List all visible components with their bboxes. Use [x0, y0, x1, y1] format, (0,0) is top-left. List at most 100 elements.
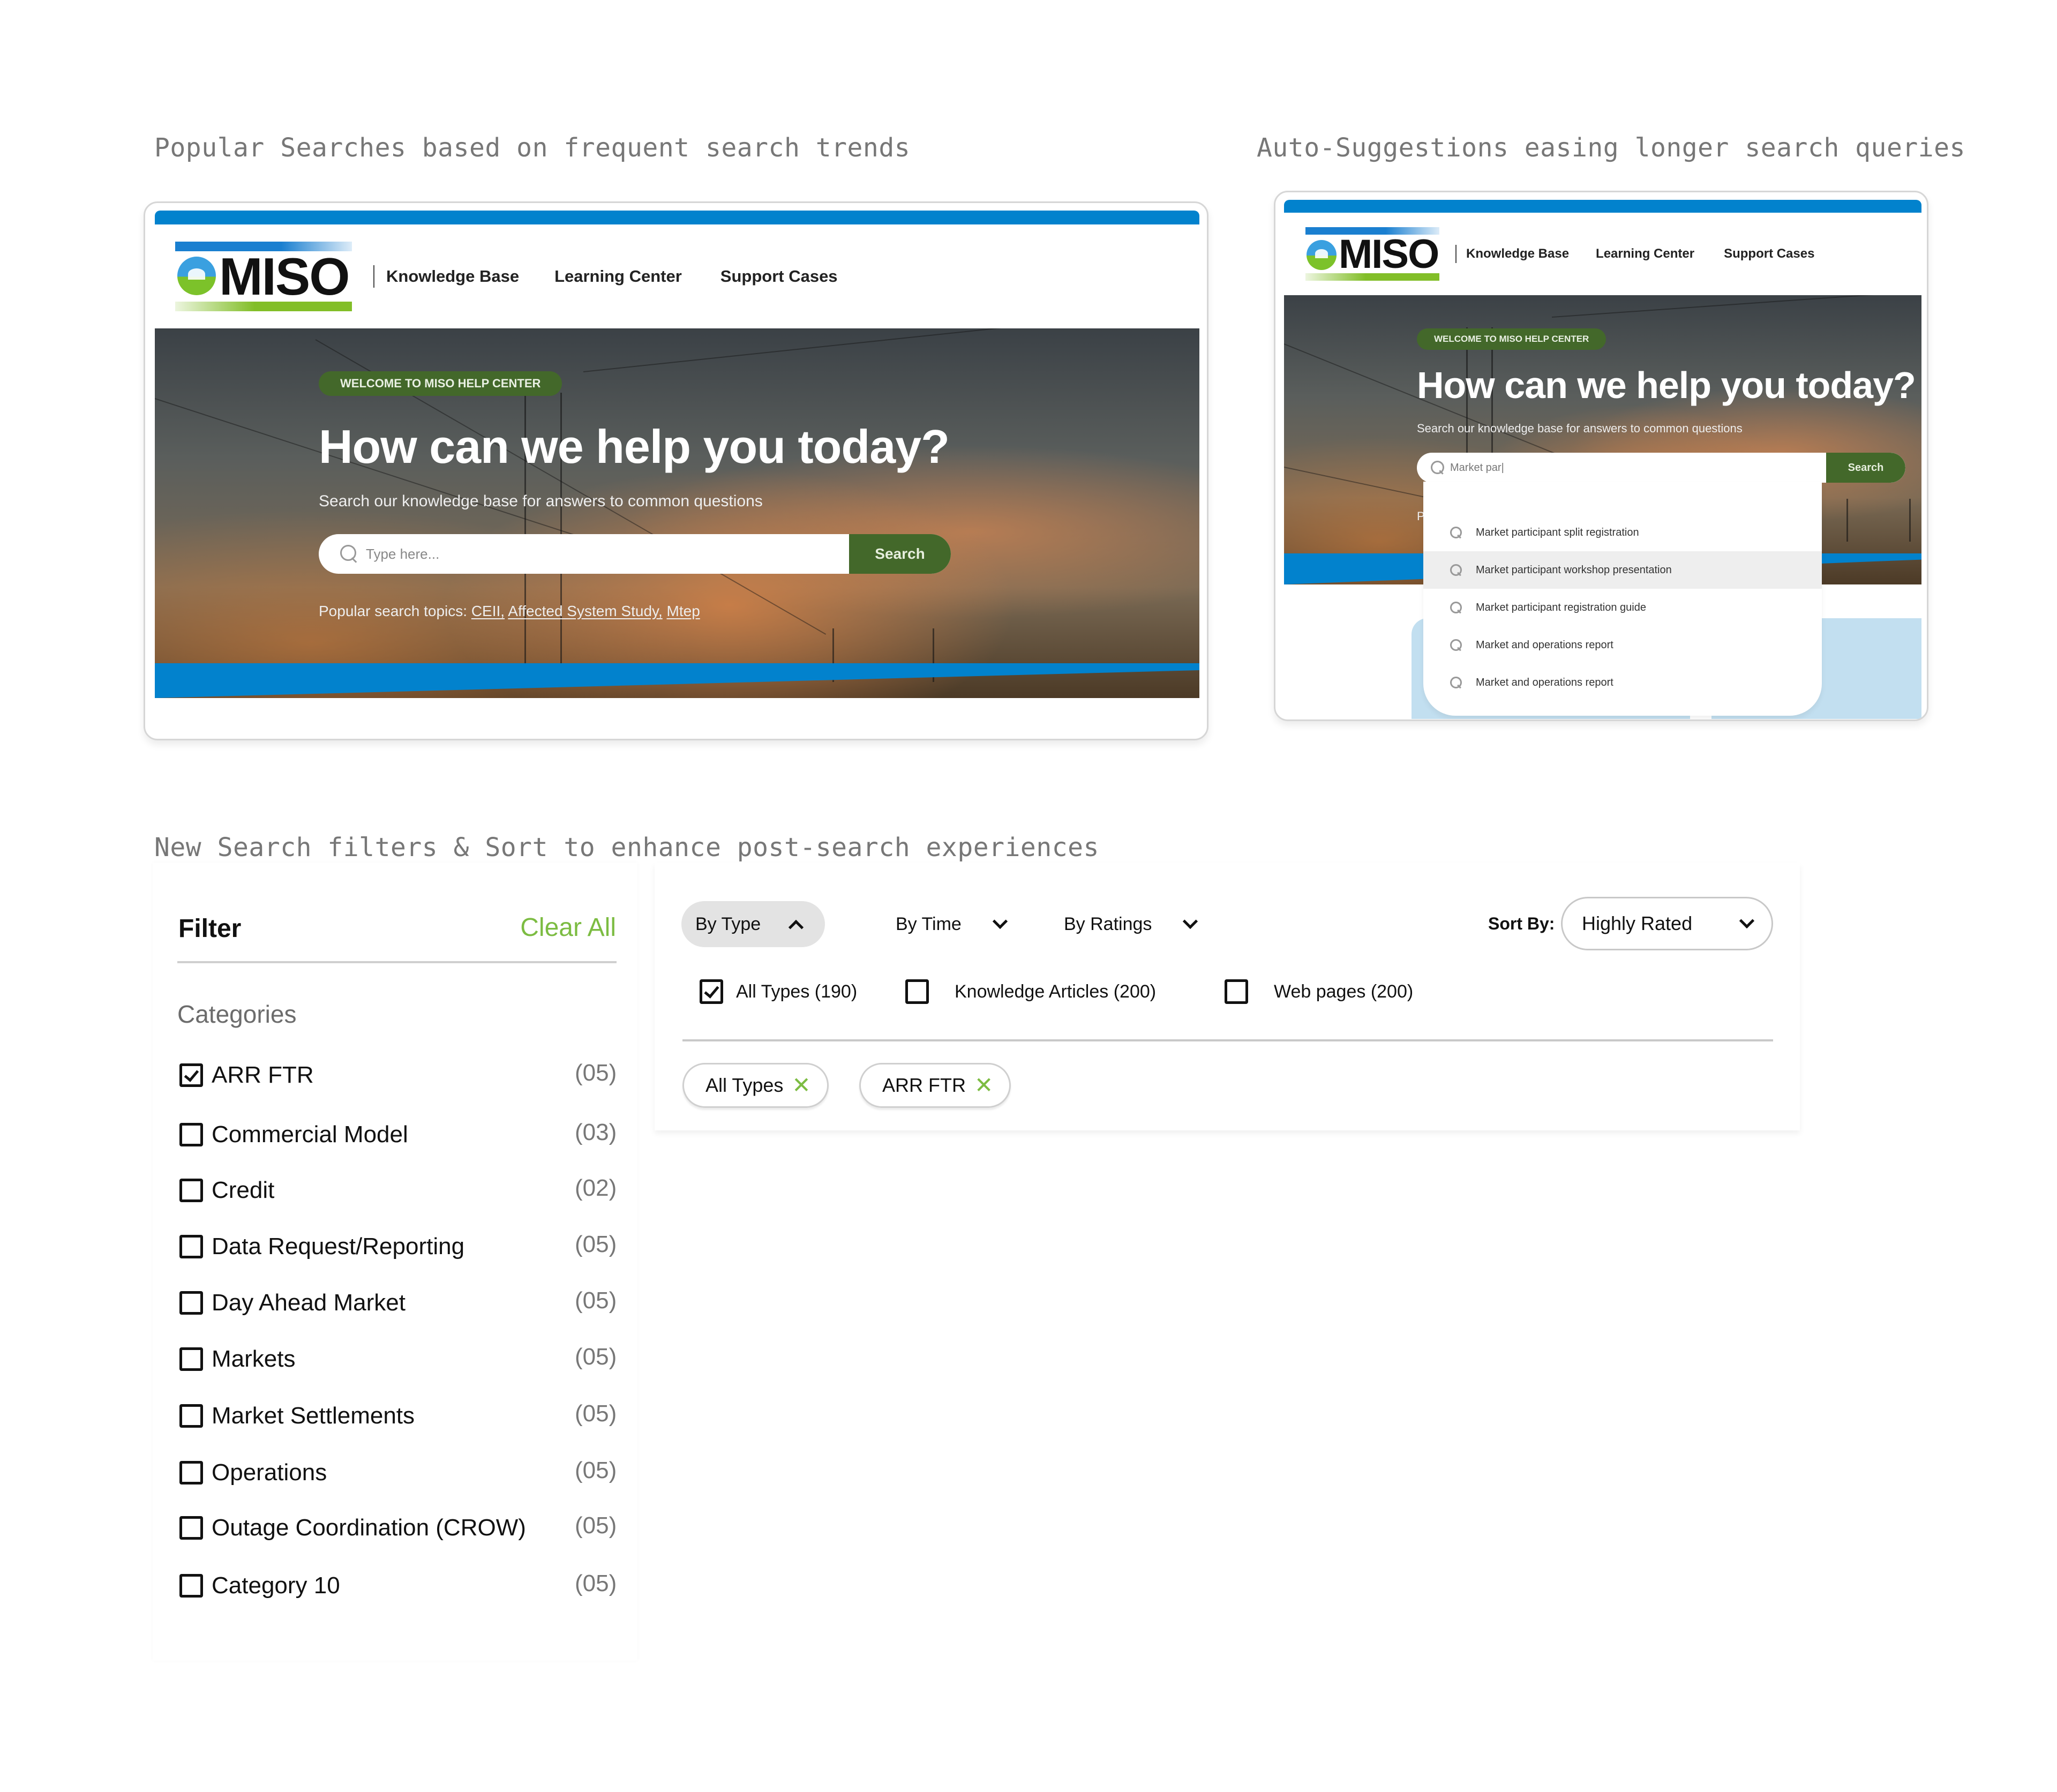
category-item[interactable]: Data Request/Reporting	[179, 1233, 464, 1260]
category-label: Category 10	[212, 1572, 340, 1599]
remove-tag-icon[interactable]: ✕	[792, 1074, 810, 1097]
suggestion-item[interactable]: Market participant split registration	[1423, 514, 1822, 551]
checkbox[interactable]	[179, 1291, 203, 1315]
hero-title: How can we help you today?	[319, 420, 950, 473]
checkbox[interactable]	[179, 1235, 203, 1258]
clear-all-button[interactable]: Clear All	[520, 913, 616, 942]
checkbox[interactable]	[179, 1123, 203, 1146]
nav-knowledge-base[interactable]: Knowledge Base	[1466, 246, 1569, 261]
suggestion-text: Market and operations report	[1476, 676, 1613, 688]
popular-searches-card: MISO Knowledge Base Learning Center Supp…	[144, 201, 1208, 740]
search-bar: Market par| Search	[1417, 453, 1905, 483]
type-option[interactable]: Web pages (200)	[1225, 979, 1413, 1004]
search-button[interactable]: Search	[849, 534, 951, 574]
chevron-up-icon	[789, 919, 804, 935]
tab-by-ratings[interactable]: By Ratings	[1064, 901, 1198, 947]
sort-by-select[interactable]: Highly Rated	[1561, 897, 1773, 950]
checkbox[interactable]	[905, 979, 929, 1004]
search-icon	[340, 545, 358, 563]
category-item[interactable]: Category 10	[179, 1572, 340, 1599]
category-count: (05)	[575, 1570, 617, 1596]
checkbox[interactable]	[179, 1574, 203, 1598]
caption-search-filters: New Search filters & Sort to enhance pos…	[154, 833, 1099, 863]
suggestion-text: Market participant workshop presentation	[1476, 564, 1672, 576]
type-option-label: Knowledge Articles (200)	[955, 981, 1157, 1002]
category-item[interactable]: Outage Coordination (CROW)	[179, 1514, 526, 1541]
tag-label: ARR FTR	[882, 1074, 966, 1096]
suggestion-text: Market participant split registration	[1476, 526, 1639, 538]
miso-globe-icon	[1307, 240, 1337, 270]
category-item[interactable]: Operations	[179, 1459, 327, 1486]
miso-logo[interactable]: MISO	[1305, 227, 1439, 281]
caption-popular-searches: Popular Searches based on frequent searc…	[154, 133, 911, 163]
checkbox[interactable]	[179, 1404, 203, 1428]
checkbox-checked[interactable]	[700, 979, 723, 1004]
suggestion-item[interactable]: Market participant registration guide	[1423, 589, 1822, 626]
nav-support-cases[interactable]: Support Cases	[720, 267, 838, 286]
nav-learning-center[interactable]: Learning Center	[554, 267, 682, 286]
search-icon	[1450, 677, 1462, 688]
category-label: Market Settlements	[212, 1403, 415, 1429]
category-label: ARR FTR	[212, 1062, 314, 1088]
checkbox[interactable]	[1225, 979, 1248, 1004]
search-icon	[1450, 602, 1462, 613]
hero-subtitle: Search our knowledge base for answers to…	[319, 492, 763, 510]
remove-tag-icon[interactable]: ✕	[974, 1074, 993, 1097]
tab-label: By Time	[896, 913, 962, 934]
category-count: (05)	[575, 1231, 617, 1257]
category-item[interactable]: Credit	[179, 1177, 274, 1204]
search-input[interactable]: Type here...	[319, 534, 849, 574]
hero-title: How can we help you today?	[1417, 364, 1916, 406]
miso-logo[interactable]: MISO	[175, 242, 352, 311]
top-accent-bar	[155, 211, 1199, 224]
results-divider	[682, 1039, 1773, 1041]
hero-subtitle: Search our knowledge base for answers to…	[1417, 422, 1743, 435]
category-label: Markets	[212, 1346, 296, 1372]
checkbox-checked[interactable]	[179, 1063, 203, 1087]
chevron-down-icon	[992, 913, 1008, 929]
category-label: Commercial Model	[212, 1121, 408, 1148]
category-item[interactable]: Commercial Model	[179, 1121, 408, 1148]
popular-topic-link[interactable]: CEII,	[471, 603, 505, 619]
search-icon	[1450, 527, 1462, 538]
welcome-badge: WELCOME TO MISO HELP CENTER	[1417, 328, 1606, 350]
checkbox[interactable]	[179, 1461, 203, 1484]
popular-topic-link[interactable]: Affected System Study,	[508, 603, 662, 619]
welcome-badge: WELCOME TO MISO HELP CENTER	[319, 371, 562, 396]
checkbox[interactable]	[179, 1347, 203, 1371]
category-item[interactable]: ARR FTR	[179, 1062, 314, 1089]
checkbox[interactable]	[179, 1179, 203, 1202]
tab-by-type[interactable]: By Type	[681, 901, 825, 947]
search-icon	[1450, 639, 1462, 651]
type-option[interactable]: Knowledge Articles (200)	[905, 979, 1156, 1004]
tab-by-time[interactable]: By Time	[896, 901, 1008, 947]
category-item[interactable]: Day Ahead Market	[179, 1289, 406, 1316]
nav-knowledge-base[interactable]: Knowledge Base	[386, 267, 519, 286]
filter-panel: Filter Clear All Categories ARR FTR (05) C…	[153, 863, 637, 1661]
categories-heading: Categories	[177, 1000, 297, 1028]
category-count: (02)	[575, 1175, 617, 1201]
checkbox[interactable]	[179, 1516, 203, 1540]
type-option[interactable]: All Types (190)	[700, 979, 857, 1004]
suggestion-item[interactable]: Market participant workshop presentation	[1423, 551, 1822, 589]
suggestion-item[interactable]: Market and operations report	[1423, 626, 1822, 664]
category-item[interactable]: Markets	[179, 1346, 295, 1373]
nav-learning-center[interactable]: Learning Center	[1596, 246, 1694, 261]
site-header: MISO Knowledge Base Learning Center Supp…	[1284, 213, 1921, 295]
nav-support-cases[interactable]: Support Cases	[1724, 246, 1814, 261]
caption-auto-suggestions: Auto-Suggestions easing longer search qu…	[1257, 133, 1965, 163]
filter-divider	[177, 961, 617, 963]
tag-label: All Types	[705, 1074, 784, 1096]
category-item[interactable]: Market Settlements	[179, 1403, 415, 1429]
miso-globe-icon	[177, 257, 216, 295]
suggestion-text: Market participant registration guide	[1476, 601, 1646, 613]
popular-topic-link[interactable]: Mtep	[667, 603, 700, 619]
search-input[interactable]: Market par|	[1417, 453, 1826, 483]
sort-by-label: Sort By:	[1488, 914, 1555, 933]
results-filter-panel: By Type By Time By Ratings Sort By: High…	[655, 863, 1800, 1130]
category-count: (05)	[575, 1287, 617, 1314]
suggestion-item[interactable]: Market and operations report	[1423, 664, 1822, 701]
power-tower	[1846, 499, 1911, 542]
chevron-down-icon	[1183, 913, 1198, 929]
search-button[interactable]: Search	[1826, 453, 1905, 483]
